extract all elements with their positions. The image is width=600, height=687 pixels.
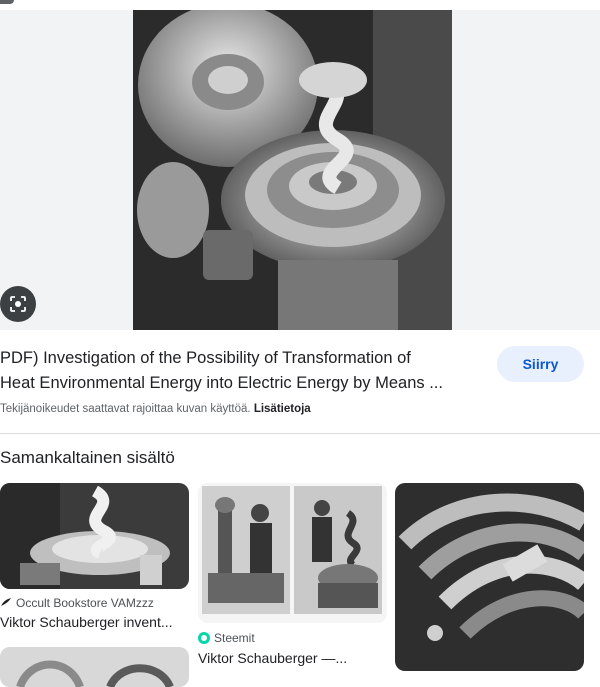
preview-image-area <box>0 10 600 330</box>
coiled-pipes-thumbnail <box>395 483 584 671</box>
copyright-notice: Tekijänoikeudet saattavat rajoittaa kuva… <box>0 403 311 415</box>
divider <box>0 433 600 434</box>
visit-button[interactable]: Siirry <box>497 346 584 382</box>
related-card-image-2[interactable] <box>198 483 387 623</box>
result-title-line-1: PDF) Investigation of the Possibility of… <box>0 349 411 367</box>
engraving-illustration-thumbnail <box>198 483 387 623</box>
related-card-image-3[interactable] <box>395 483 584 671</box>
top-edge-fragment <box>0 0 14 4</box>
bird-icon <box>1 598 11 606</box>
preview-image[interactable] <box>133 10 452 330</box>
related-card-image-4[interactable] <box>0 647 189 687</box>
vortex-machine-thumbnail <box>0 483 189 589</box>
related-card-image-1[interactable] <box>0 483 189 589</box>
google-lens-icon <box>10 296 26 312</box>
top-bar <box>0 0 600 10</box>
related-card-caption-2[interactable]: Viktor Schauberger —... <box>198 650 383 666</box>
source-name: Steemit <box>214 631 255 645</box>
result-title-line-2: Heat Environmental Energy into Electric … <box>0 374 443 392</box>
related-content-heading: Samankaltainen sisältö <box>0 448 175 467</box>
related-card-source-1[interactable]: Occult Bookstore VAMzzz <box>0 596 154 610</box>
vortex-machine-illustration <box>133 10 452 330</box>
pipe-machine-thumbnail <box>0 647 189 687</box>
steemit-icon <box>198 632 210 644</box>
related-card-caption-1[interactable]: Viktor Schauberger invent... <box>0 614 185 630</box>
related-card-source-2[interactable]: Steemit <box>198 631 255 645</box>
copyright-text: Tekijänoikeudet saattavat rajoittaa kuva… <box>0 403 251 415</box>
lens-search-button[interactable] <box>0 286 36 322</box>
learn-more-link[interactable]: Lisätietoja <box>254 403 311 415</box>
source-name: Occult Bookstore VAMzzz <box>16 596 154 610</box>
result-title-link[interactable]: PDF) Investigation of the Possibility of… <box>0 346 482 396</box>
